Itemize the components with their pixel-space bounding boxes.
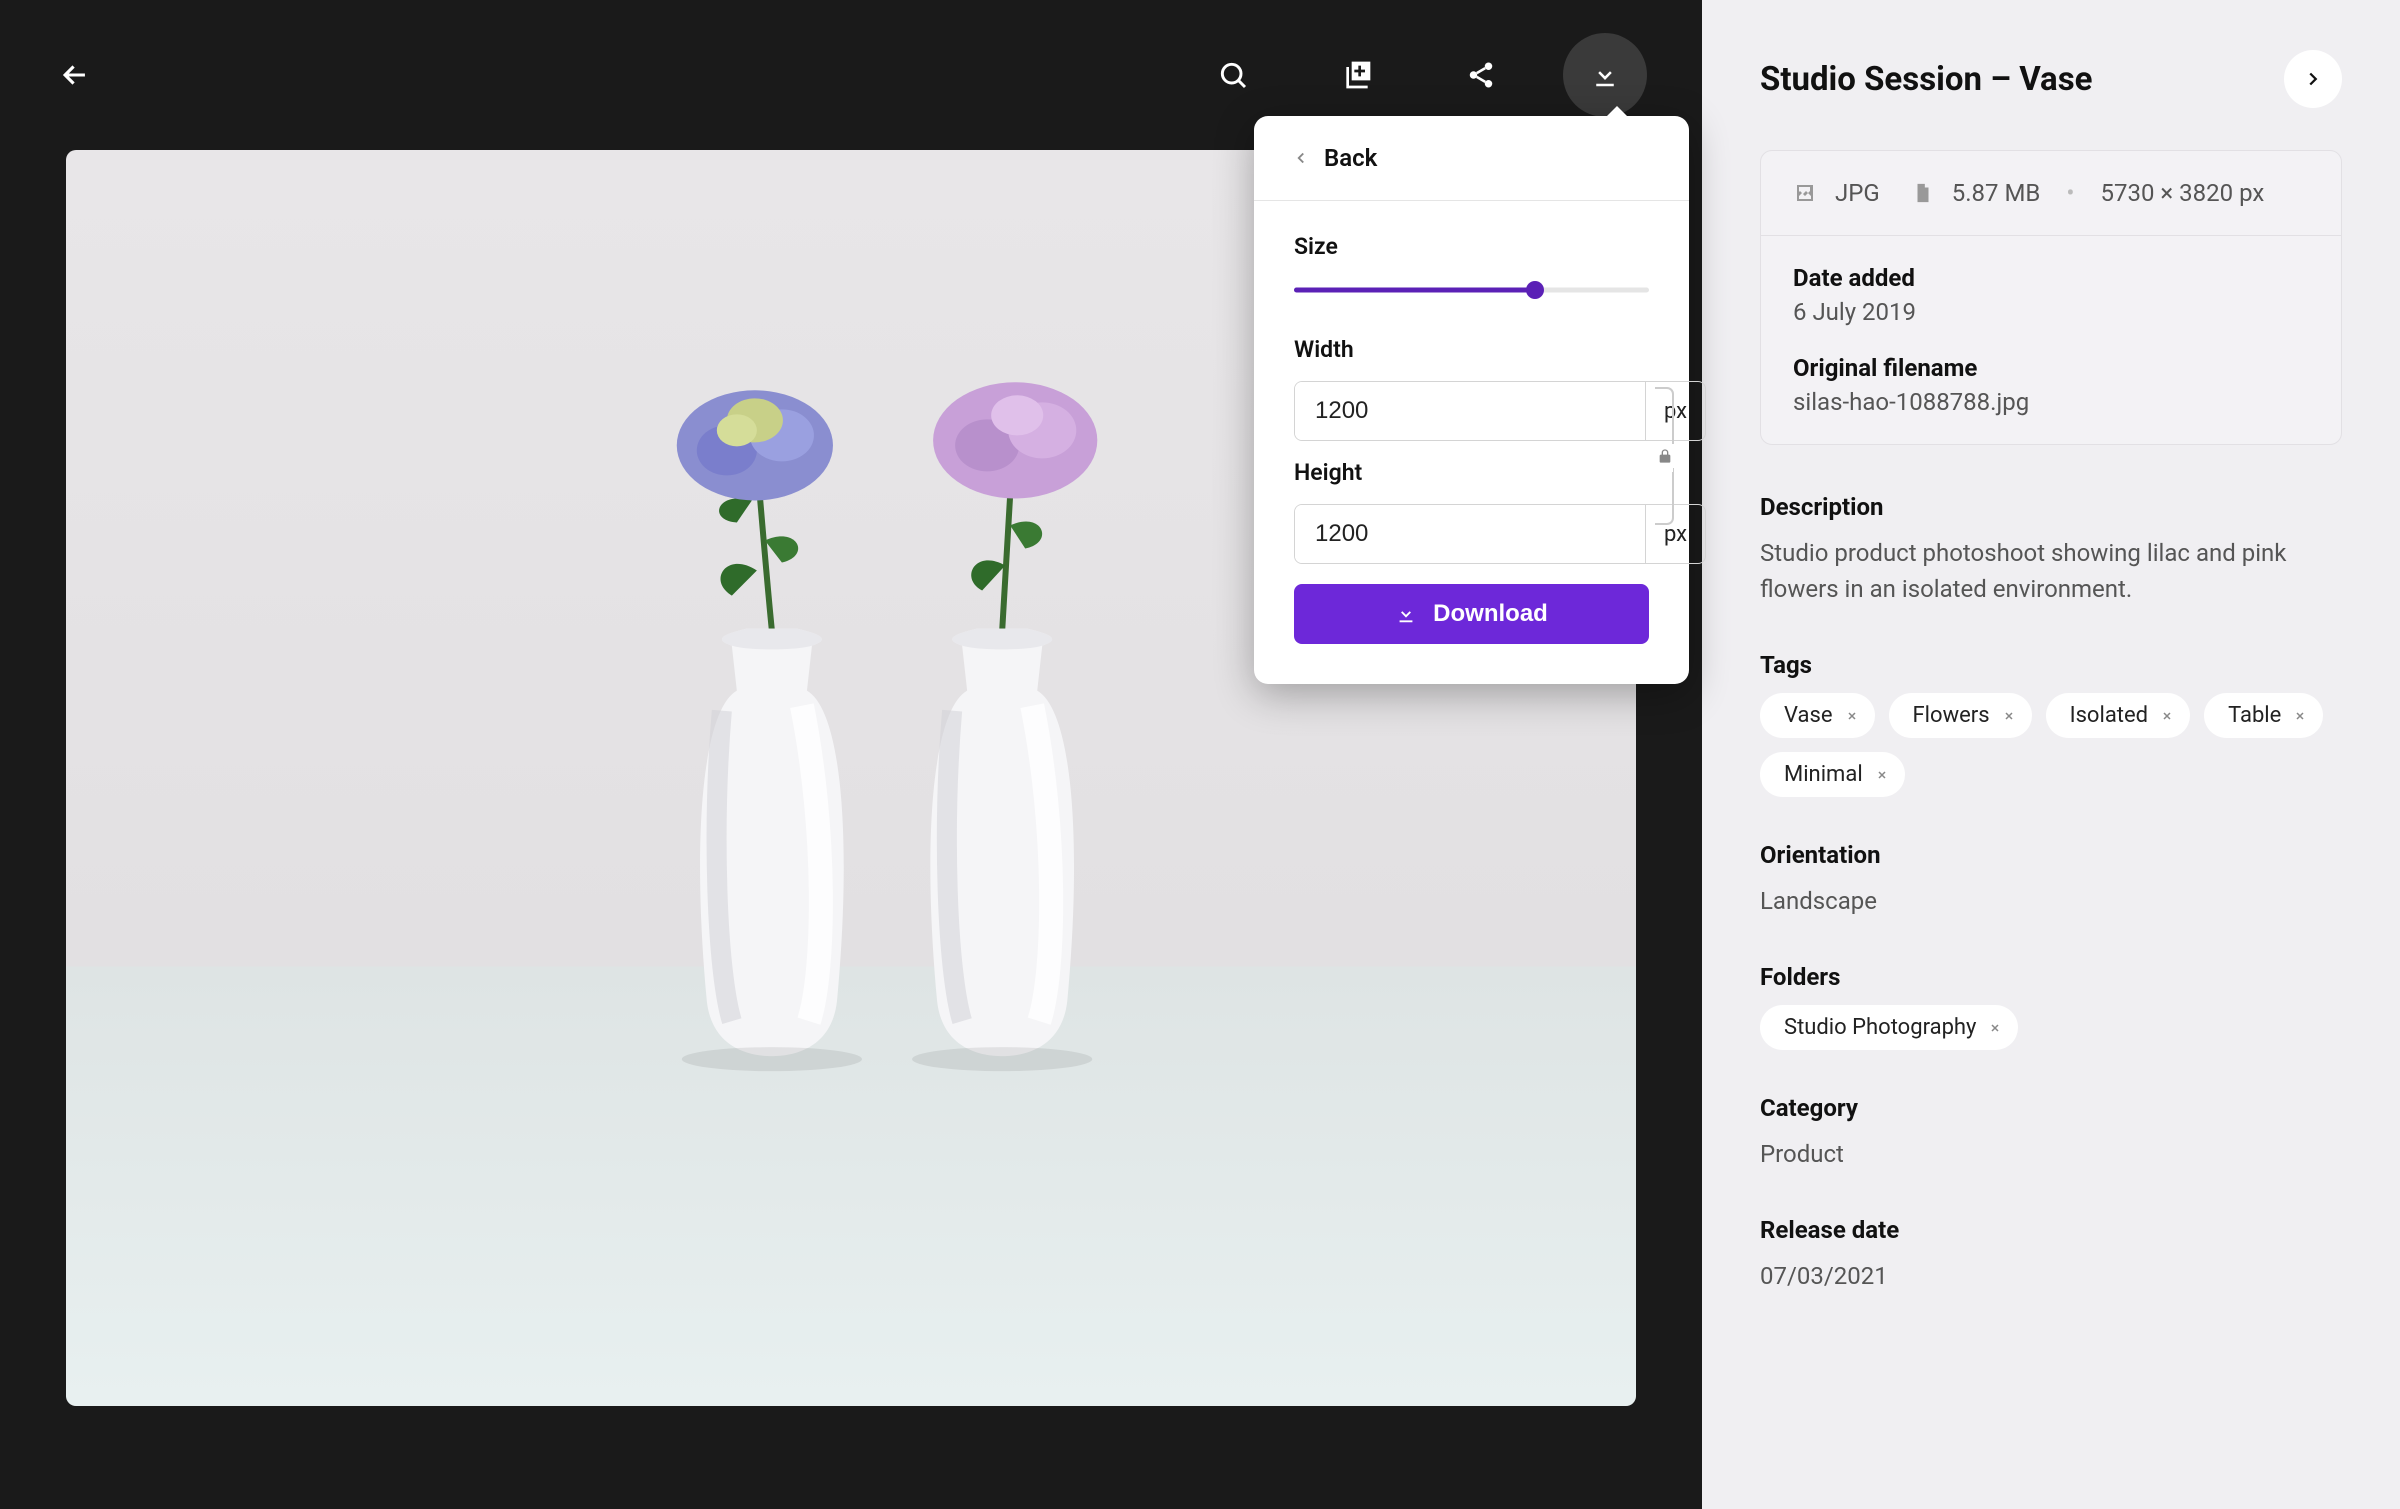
size-label: Size: [1294, 233, 1649, 260]
metadata-card: JPG 5.87 MB • 5730 × 3820 px Date added …: [1760, 150, 2342, 445]
tag-chip-label: Isolated: [2070, 703, 2148, 728]
remove-tag-icon[interactable]: [1843, 707, 1861, 725]
metadata-body: Date added 6 July 2019 Original filename…: [1761, 236, 2341, 444]
height-input[interactable]: [1295, 505, 1645, 563]
category-value: Product: [1760, 1136, 2342, 1172]
file-size: 5.87 MB: [1952, 179, 2041, 207]
download-confirm-label: Download: [1433, 600, 1548, 628]
lock-icon: [1657, 444, 1673, 472]
download-icon: [1395, 603, 1417, 625]
orientation-section: Orientation Landscape: [1760, 841, 2342, 919]
file-dimensions: 5730 × 3820 px: [2101, 179, 2265, 207]
search-icon: [1217, 59, 1249, 91]
search-button[interactable]: [1191, 33, 1275, 117]
remove-tag-icon[interactable]: [2000, 707, 2018, 725]
release-value: 07/03/2021: [1760, 1258, 2342, 1294]
filename-value: silas-hao-1088788.jpg: [1793, 388, 2309, 416]
remove-tag-icon[interactable]: [2291, 707, 2309, 725]
file-format: JPG: [1835, 179, 1880, 207]
width-input[interactable]: [1295, 382, 1645, 440]
metadata-summary: JPG 5.87 MB • 5730 × 3820 px: [1761, 151, 2341, 236]
popover-back-label: Back: [1324, 144, 1377, 172]
tag-chip-label: Flowers: [1913, 703, 1990, 728]
download-confirm-button[interactable]: Download: [1294, 584, 1649, 644]
popover-body: Size Width px Height: [1254, 201, 1689, 684]
file-icon: [1912, 182, 1934, 204]
tag-chip[interactable]: Vase: [1760, 693, 1875, 738]
slider-fill: [1294, 288, 1535, 293]
folders-list: Studio Photography: [1760, 1005, 2342, 1050]
top-actions: [1191, 33, 1647, 117]
popover-back-button[interactable]: Back: [1254, 116, 1689, 201]
share-icon: [1466, 60, 1496, 90]
slider-thumb[interactable]: [1526, 281, 1544, 299]
chevron-left-icon: [1292, 149, 1310, 167]
tag-chip-label: Vase: [1784, 703, 1833, 728]
tags-list: Vase Flowers Isolated Table Minimal: [1760, 693, 2342, 797]
width-label: Width: [1294, 336, 1706, 363]
height-input-wrap: px: [1294, 504, 1706, 564]
share-button[interactable]: [1439, 33, 1523, 117]
tag-chip[interactable]: Table: [2204, 693, 2323, 738]
orientation-label: Orientation: [1760, 841, 2342, 869]
remove-tag-icon[interactable]: [1873, 766, 1891, 784]
next-asset-button[interactable]: [2284, 50, 2342, 108]
remove-tag-icon[interactable]: [2158, 707, 2176, 725]
separator-dot: •: [2066, 179, 2074, 207]
tag-chip[interactable]: Minimal: [1760, 752, 1905, 797]
tag-chip-label: Minimal: [1784, 762, 1863, 787]
image-icon: [1793, 181, 1817, 205]
folders-label: Folders: [1760, 963, 2342, 991]
back-button[interactable]: [55, 55, 95, 95]
date-added-value: 6 July 2019: [1793, 298, 2309, 326]
folder-chip[interactable]: Studio Photography: [1760, 1005, 2018, 1050]
arrow-left-icon: [58, 58, 92, 92]
height-label: Height: [1294, 459, 1706, 486]
description-text: Studio product photoshoot showing lilac …: [1760, 535, 2342, 607]
category-label: Category: [1760, 1094, 2342, 1122]
details-sidebar: Studio Session – Vase JPG 5.87 MB • 5730…: [1702, 0, 2400, 1509]
download-popover: Back Size Width px: [1254, 116, 1689, 684]
tags-section: Tags Vase Flowers Isolated Table Minimal: [1760, 651, 2342, 797]
add-to-collection-button[interactable]: [1315, 33, 1399, 117]
image-viewer: Back Size Width px: [0, 0, 1702, 1509]
chevron-right-icon: [2302, 68, 2324, 90]
tags-label: Tags: [1760, 651, 2342, 679]
folder-chip-label: Studio Photography: [1784, 1015, 1976, 1040]
orientation-value: Landscape: [1760, 883, 2342, 919]
asset-title: Studio Session – Vase: [1760, 60, 2092, 99]
remove-folder-icon[interactable]: [1986, 1019, 2004, 1037]
tag-chip[interactable]: Isolated: [2046, 693, 2190, 738]
category-section: Category Product: [1760, 1094, 2342, 1172]
sidebar-header: Studio Session – Vase: [1760, 50, 2342, 108]
tag-chip-label: Table: [2228, 703, 2281, 728]
size-slider[interactable]: [1294, 278, 1649, 302]
release-section: Release date 07/03/2021: [1760, 1216, 2342, 1294]
tag-chip[interactable]: Flowers: [1889, 693, 2032, 738]
width-input-wrap: px: [1294, 381, 1706, 441]
add-collection-icon: [1341, 59, 1373, 91]
folders-section: Folders Studio Photography: [1760, 963, 2342, 1050]
aspect-lock[interactable]: [1653, 386, 1677, 529]
description-label: Description: [1760, 493, 2342, 521]
filename-label: Original filename: [1793, 354, 2309, 382]
download-button[interactable]: [1563, 33, 1647, 117]
description-section: Description Studio product photoshoot sh…: [1760, 493, 2342, 607]
download-icon: [1590, 60, 1620, 90]
release-label: Release date: [1760, 1216, 2342, 1244]
date-added-label: Date added: [1793, 264, 2309, 292]
